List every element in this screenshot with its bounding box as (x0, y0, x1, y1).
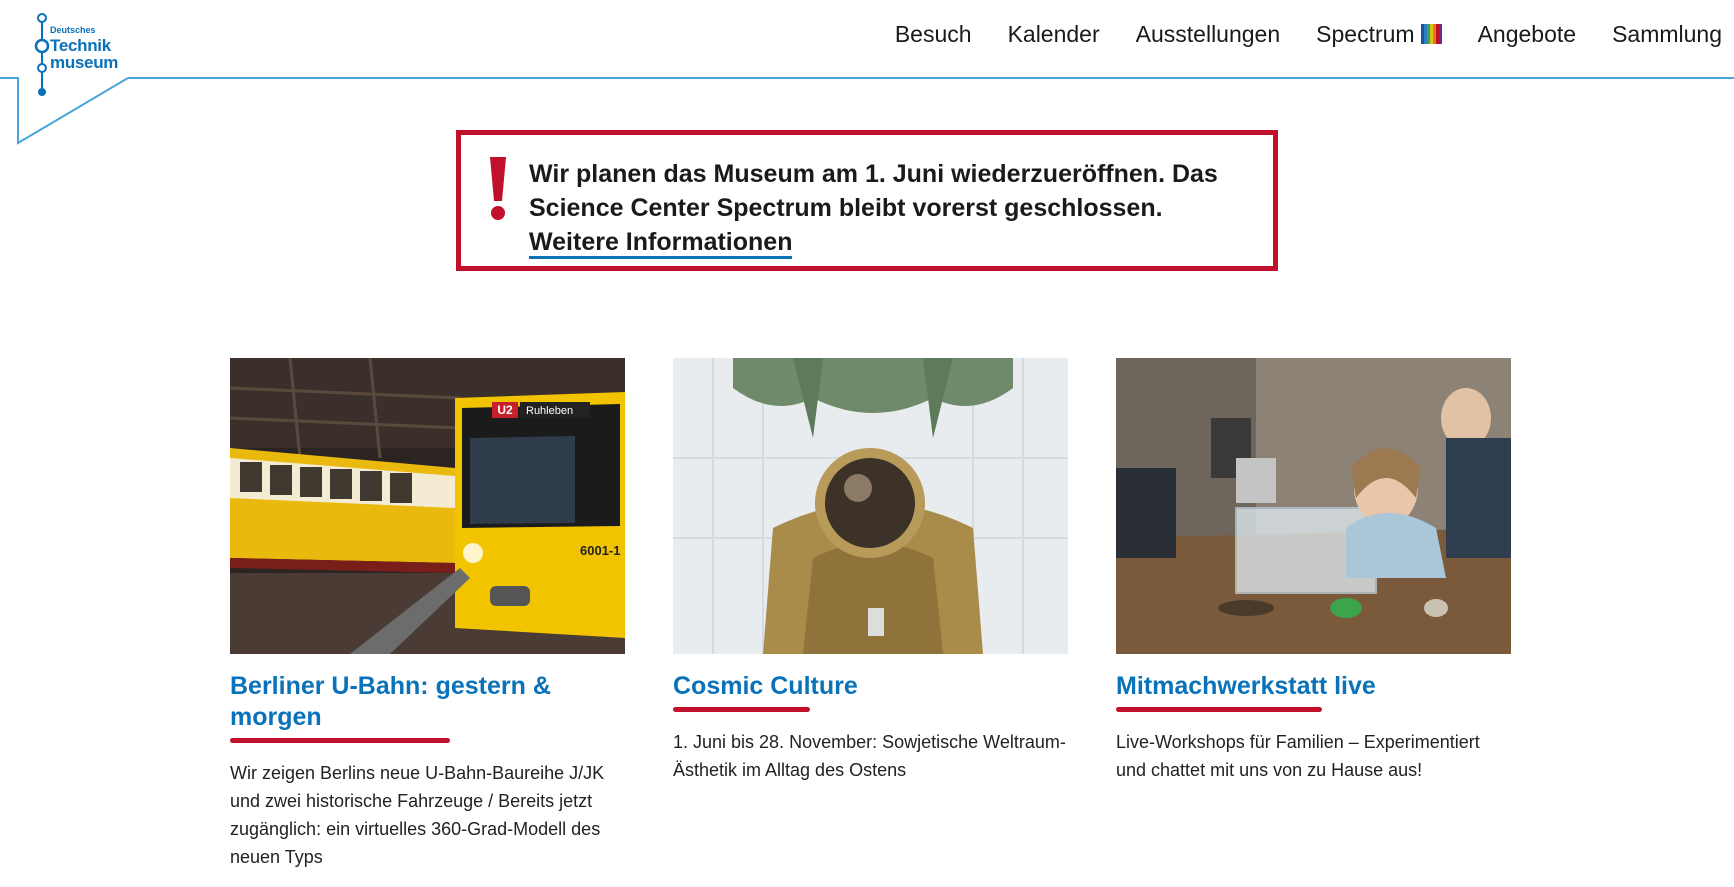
card-text-ubahn: Wir zeigen Berlins neue U-Bahn-Baureihe … (230, 763, 605, 867)
color-bars-icon (1420, 24, 1442, 44)
ubahn-image[interactable]: U2 Ruhleben 6001-1 (230, 358, 625, 654)
notice-banner: Wir planen das Museum am 1. Juni wiederz… (456, 130, 1278, 271)
train-number: 6001-1 (580, 543, 620, 558)
card-cosmic: Cosmic Culture 1. Juni bis 28. November:… (673, 358, 1068, 871)
title-underline (1116, 707, 1322, 712)
title-underline (673, 707, 810, 712)
exclamation-icon (490, 157, 506, 220)
card-title-werkstatt[interactable]: Mitmachwerkstatt live (1116, 671, 1511, 702)
nav-kalender[interactable]: Kalender (990, 18, 1118, 50)
nav-sammlung[interactable]: Sammlung (1594, 18, 1734, 50)
card-text-werkstatt: Live-Workshops für Familien – Experiment… (1116, 732, 1480, 780)
logo-line1: Deutsches (50, 25, 96, 35)
nav-spectrum-label: Spectrum (1316, 21, 1415, 47)
card-title-cosmic[interactable]: Cosmic Culture (673, 671, 1068, 702)
nav-ausstellungen[interactable]: Ausstellungen (1118, 18, 1299, 50)
logo-line2: Technik (50, 36, 111, 55)
logo-line3: museum (50, 53, 119, 72)
card-text-cosmic: 1. Juni bis 28. November: Sowjetische We… (673, 732, 1066, 780)
title-underline (230, 738, 450, 743)
header-divider (128, 77, 1734, 79)
logo-wordmark: Deutsches Technik museum (50, 25, 119, 72)
card-werkstatt: Mitmachwerkstatt live Live-Workshops für… (1116, 358, 1511, 871)
teaser-cards: U2 Ruhleben 6001-1 Berliner U-Bahn: gest… (230, 358, 1511, 871)
card-ubahn: U2 Ruhleben 6001-1 Berliner U-Bahn: gest… (230, 358, 625, 871)
notice-text: Wir planen das Museum am 1. Juni wiederz… (529, 157, 1249, 259)
card-title-ubahn[interactable]: Berliner U-Bahn: gestern & morgen (230, 671, 625, 733)
nav-besuch[interactable]: Besuch (877, 18, 990, 50)
notice-message: Wir planen das Museum am 1. Juni wiederz… (529, 160, 1218, 222)
logo-circuit-icon (34, 13, 50, 96)
main-navigation: Besuch Kalender Ausstellungen Spectrum A… (877, 18, 1734, 50)
werkstatt-image[interactable] (1116, 358, 1511, 654)
train-line-sign: U2 (497, 403, 513, 417)
cosmic-image[interactable] (673, 358, 1068, 654)
nav-spectrum[interactable]: Spectrum (1298, 18, 1459, 50)
nav-angebote[interactable]: Angebote (1460, 18, 1594, 50)
train-destination-sign: Ruhleben (526, 405, 573, 417)
more-info-link[interactable]: Weitere Informationen (529, 228, 793, 259)
museum-logo[interactable]: Deutsches Technik museum (30, 12, 140, 98)
